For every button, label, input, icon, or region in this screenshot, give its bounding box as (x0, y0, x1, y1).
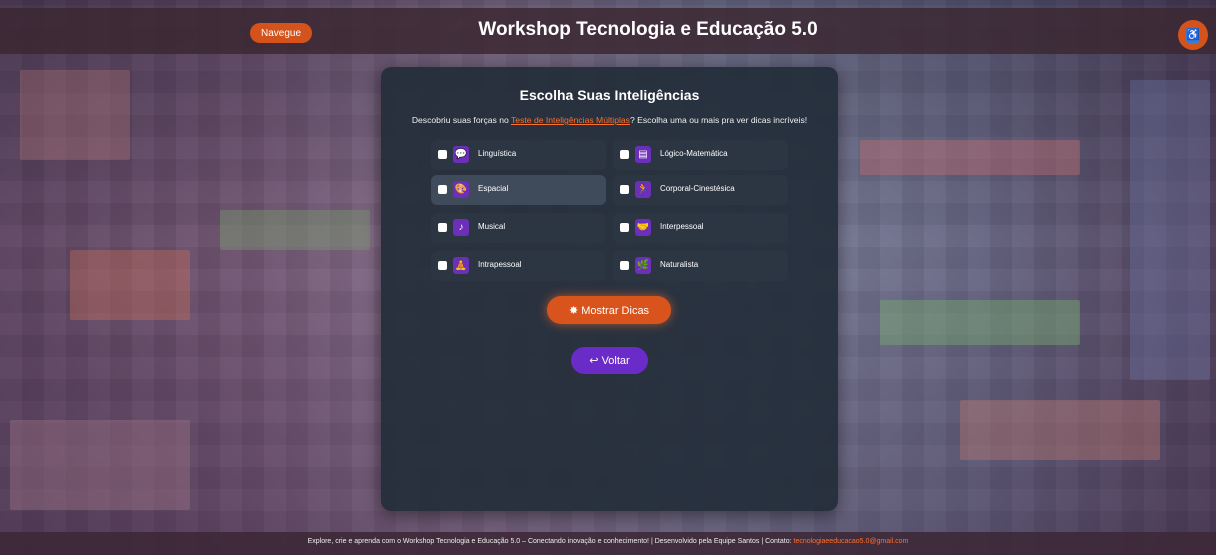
handshake-icon: 🤝 (635, 219, 651, 236)
option-logico-matematica[interactable]: ▤ Lógico-Matemática (613, 140, 788, 170)
option-label: Interpessoal (660, 222, 704, 231)
checkbox[interactable] (438, 185, 447, 194)
return-arrow-icon: ↩ (589, 355, 599, 367)
multiple-intelligences-test-link[interactable]: Teste de Inteligências Múltiplas (511, 115, 630, 125)
card-title: Escolha Suas Inteligências (519, 87, 700, 103)
calculator-icon: ▤ (635, 146, 651, 163)
back-label: Voltar (601, 355, 630, 367)
intro-text: Descobriu suas forças no Teste de Inteli… (381, 115, 838, 125)
option-linguistica[interactable]: 💬 Linguística (431, 140, 606, 170)
palette-icon: 🎨 (453, 181, 469, 198)
checkbox[interactable] (438, 261, 447, 270)
pixel-block (10, 420, 190, 510)
pixel-block (20, 70, 130, 160)
accessibility-button[interactable]: ♿ (1178, 20, 1208, 50)
contact-email-link[interactable]: tecnologiaeeducacao5.0@gmail.com (794, 538, 909, 545)
option-label: Naturalista (660, 260, 699, 269)
option-naturalista[interactable]: 🌿 Naturalista (613, 251, 788, 281)
pixel-block (860, 140, 1080, 175)
page-title: Workshop Tecnologia e Educação 5.0 (478, 19, 818, 40)
accessibility-icon: ♿ (1186, 27, 1200, 43)
intro-text-before: Descobriu suas forças no (411, 115, 512, 125)
plant-icon: 🌿 (635, 257, 651, 274)
sparkle-icon: ✸ (568, 304, 579, 317)
option-label: Linguística (478, 149, 517, 158)
intelligence-selection-card: Escolha Suas Inteligências Descobriu sua… (381, 67, 838, 511)
pixel-block (1130, 80, 1210, 380)
pixel-block (880, 300, 1080, 345)
option-intrapessoal[interactable]: 🧘 Intrapessoal (431, 251, 606, 281)
option-espacial[interactable]: 🎨 Espacial (431, 175, 606, 205)
music-icon: ♪ (453, 219, 469, 236)
option-interpessoal[interactable]: 🤝 Interpessoal (613, 213, 788, 243)
pixel-block (960, 400, 1160, 460)
running-icon: 🏃 (635, 181, 651, 198)
option-label: Lógico-Matemática (660, 149, 728, 158)
option-label: Musical (478, 222, 506, 231)
option-musical[interactable]: ♪ Musical (431, 213, 606, 243)
intro-text-after: ? Escolha uma ou mais pra ver dicas incr… (629, 115, 808, 125)
checkbox[interactable] (620, 223, 629, 232)
option-corporal-cinestesica[interactable]: 🏃 Corporal-Cinestésica (613, 175, 788, 205)
checkbox[interactable] (620, 150, 629, 159)
checkbox[interactable] (438, 150, 447, 159)
show-tips-label: Mostrar Dicas (581, 304, 650, 317)
back-button[interactable]: ↩ Voltar (571, 347, 648, 374)
footer: Explore, crie e aprenda com o Workshop T… (0, 532, 1216, 555)
checkbox[interactable] (438, 223, 447, 232)
person-icon: 🧘 (453, 257, 469, 274)
show-tips-button[interactable]: ✸ Mostrar Dicas (547, 296, 671, 324)
footer-text: Explore, crie e aprenda com o Workshop T… (307, 538, 794, 545)
checkbox[interactable] (620, 185, 629, 194)
option-label: Intrapessoal (478, 260, 522, 269)
pixel-block (220, 210, 370, 250)
option-label: Corporal-Cinestésica (660, 184, 735, 193)
checkbox[interactable] (620, 261, 629, 270)
speech-bubble-icon: 💬 (453, 146, 469, 163)
pixel-block (70, 250, 190, 320)
option-label: Espacial (478, 184, 509, 193)
